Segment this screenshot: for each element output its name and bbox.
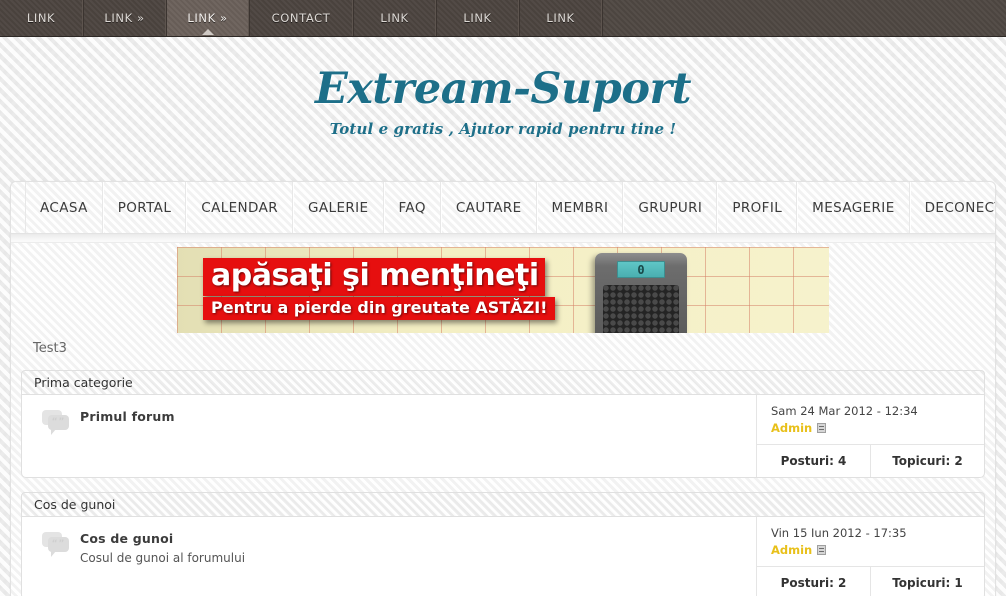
breadcrumb[interactable]: Test3 (11, 335, 995, 370)
nav-item-label: GALERIE (308, 199, 369, 216)
nav-item-label: FAQ (398, 199, 426, 216)
nav-item-label: CAUTARE (455, 199, 522, 216)
forum-row: “” Cos de gunoi Cosul de gunoi al forumulu… (21, 517, 985, 596)
nav-item-profil[interactable]: PROFIL (717, 182, 798, 233)
posts-count: Posturi: 4 (780, 454, 847, 468)
nav-item-label: MESAGERIE (812, 199, 895, 216)
active-tab-caret-icon (201, 29, 214, 35)
nav-item-grupuri[interactable]: GRUPURI (623, 182, 718, 233)
nav-item-label: GRUPURI (638, 199, 703, 216)
nav-item-deconectare-admin[interactable]: DECONECTARE [ ADMIN ] (909, 182, 995, 233)
last-post-author-name: Admin (771, 543, 813, 557)
ad-banner[interactable]: apăsaţi şi menţineţi Pentru a pierde din… (177, 247, 829, 333)
posts-count: Posturi: 2 (780, 576, 847, 590)
nav-item-label: DECONECTARE [ ADMIN ] (924, 199, 995, 216)
ad-subline: Pentru a pierde din greutate ASTĂZI! (203, 296, 556, 320)
nav-item-label: CALENDAR (201, 199, 279, 216)
topics-count: Topicuri: 2 (870, 445, 984, 477)
last-post-author-link[interactable]: Admin (771, 543, 972, 557)
forum-stats-row: Posturi: 4 Topicuri: 2 (757, 445, 984, 477)
top-link-tab-6[interactable]: LINK (519, 0, 602, 36)
goto-last-post-icon[interactable] (817, 545, 827, 555)
forum-category: Prima categorie “” Primul forum Sam 24 Mar … (21, 370, 985, 478)
forum-description: Cosul de gunoi al forumului (80, 550, 246, 565)
top-link-tab-3[interactable]: CONTACT (249, 0, 353, 36)
forum-text-block: Cos de gunoi Cosul de gunoi al forumului (80, 531, 245, 566)
top-link-tab-label: LINK (26, 11, 56, 25)
last-post-cell: Sam 24 Mar 2012 - 12:34 Admin (757, 395, 984, 445)
nav-item-label: MEMBRI (551, 199, 609, 216)
bathroom-scale-icon: 0 (595, 253, 687, 333)
top-link-bar-filler (602, 0, 1006, 36)
site-tagline: Totul e gratis , Ajutor rapid pentru tin… (329, 120, 677, 138)
category-header[interactable]: Prima categorie (21, 370, 985, 395)
bubble-front-shape: “” (48, 415, 69, 430)
advertisement-zone: apăsaţi şi menţineţi Pentru a pierde din… (11, 243, 995, 335)
main-container: ACASA PORTAL CALENDAR GALERIE FAQ CAUTARE MEMB… (10, 181, 996, 596)
top-link-tab-label: LINK » (187, 11, 228, 25)
forum-category-list: Prima categorie “” Primul forum Sam 24 Mar … (11, 370, 995, 596)
ad-headline: apăsaţi şi menţineţi (203, 258, 545, 296)
main-navigation: ACASA PORTAL CALENDAR GALERIE FAQ CAUTARE MEMB… (11, 182, 995, 234)
topics-count: Topicuri: 1 (870, 567, 984, 596)
top-link-tab-5[interactable]: LINK (436, 0, 519, 36)
category-header[interactable]: Cos de gunoi (21, 492, 985, 517)
last-post-date: Sam 24 Mar 2012 - 12:34 (771, 404, 918, 418)
nav-item-mesagerie[interactable]: MESAGERIE (797, 182, 910, 233)
site-title: Extream-Suport (314, 64, 692, 114)
bubble-front-shape: “” (48, 537, 69, 552)
nav-item-portal[interactable]: PORTAL (102, 182, 187, 233)
forum-title-link[interactable]: Primul forum (80, 409, 175, 426)
last-post-author-name: Admin (771, 421, 813, 435)
forum-row: “” Primul forum Sam 24 Mar 2012 - 12:34 Adm… (21, 395, 985, 478)
site-logo-area: Extream-Suport Totul e gratis , Ajutor r… (0, 37, 1006, 169)
nav-item-label: ACASA (40, 199, 88, 216)
forum-info: “” Cos de gunoi Cosul de gunoi al forumulu… (22, 517, 756, 596)
forum-speech-bubble-icon: “” (40, 410, 70, 436)
nav-separator (11, 234, 995, 243)
forum-text-block: Primul forum (80, 409, 175, 426)
last-post-date: Vin 15 Iun 2012 - 17:35 (771, 526, 907, 540)
forum-speech-bubble-icon: “” (40, 532, 70, 558)
nav-item-faq[interactable]: FAQ (383, 182, 441, 233)
top-link-tab-2[interactable]: LINK » (166, 0, 249, 36)
category-title: Cos de gunoi (34, 497, 116, 512)
ad-text-block: apăsaţi şi menţineţi Pentru a pierde din… (203, 258, 623, 320)
forum-stats-row: Posturi: 2 Topicuri: 1 (757, 567, 984, 596)
last-post-cell: Vin 15 Iun 2012 - 17:35 Admin (757, 517, 984, 567)
category-title: Prima categorie (34, 375, 133, 390)
forum-category: Cos de gunoi “” Cos de gunoi Cosul de gunoi… (21, 492, 985, 596)
scale-display-value: 0 (617, 261, 665, 278)
forum-title-link[interactable]: Cos de gunoi (80, 531, 245, 548)
nav-item-acasa[interactable]: ACASA (25, 182, 103, 233)
top-link-tab-label: LINK » (104, 11, 145, 25)
nav-item-galerie[interactable]: GALERIE (293, 182, 384, 233)
last-post-author-link[interactable]: Admin (771, 421, 972, 435)
top-link-tab-label: CONTACT (271, 11, 331, 25)
top-link-tab-4[interactable]: LINK (353, 0, 436, 36)
nav-item-membri[interactable]: MEMBRI (536, 182, 624, 233)
top-link-tab-label: LINK (546, 11, 575, 25)
top-link-tab-label: LINK (380, 11, 409, 25)
nav-item-label: PORTAL (117, 199, 172, 216)
forum-meta: Vin 15 Iun 2012 - 17:35 Admin Posturi: 2 To… (756, 517, 984, 596)
nav-item-cautare[interactable]: CAUTARE (440, 182, 537, 233)
forum-info: “” Primul forum (22, 395, 756, 477)
nav-item-label: PROFIL (732, 199, 783, 216)
top-link-tab-0[interactable]: LINK (0, 0, 83, 36)
nav-item-calendar[interactable]: CALENDAR (186, 182, 294, 233)
top-link-tab-1[interactable]: LINK » (83, 0, 166, 36)
forum-meta: Sam 24 Mar 2012 - 12:34 Admin Posturi: 4 To… (756, 395, 984, 477)
top-link-tab-label: LINK (463, 11, 492, 25)
scale-tread-pad (603, 285, 679, 333)
top-link-bar: LINK LINK » LINK » CONTACT LINK LINK LINK (0, 0, 1006, 37)
goto-last-post-icon[interactable] (817, 423, 827, 433)
